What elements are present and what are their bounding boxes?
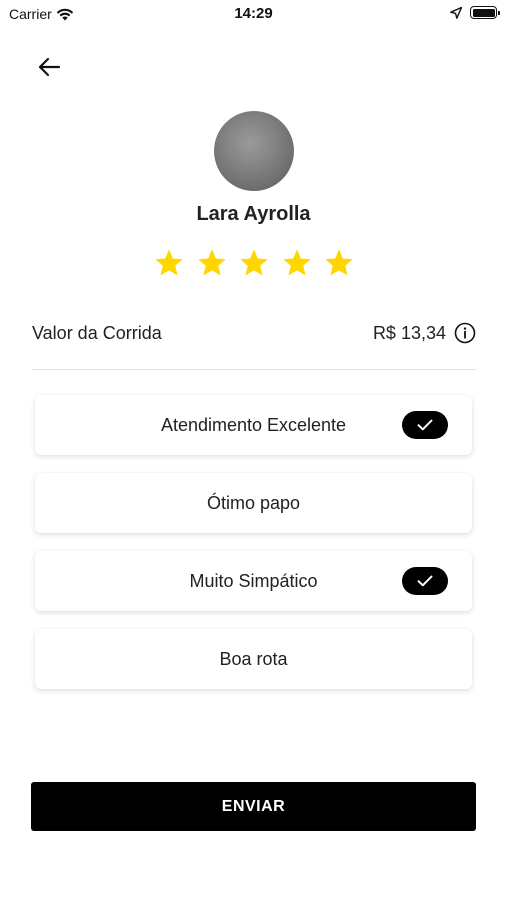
- submit-button[interactable]: ENVIAR: [31, 782, 476, 831]
- checkmark-icon: [417, 419, 433, 431]
- battery-icon: [470, 6, 500, 19]
- compliment-list: Atendimento Excelente Ótimo papo Muito S…: [35, 395, 472, 707]
- star-icon[interactable]: [323, 247, 355, 279]
- battery-level: [472, 8, 495, 17]
- compliment-item[interactable]: Muito Simpático: [35, 551, 472, 611]
- fare-value-group: R$ 13,34: [373, 322, 476, 344]
- driver-avatar: [214, 111, 294, 191]
- star-icon[interactable]: [238, 247, 270, 279]
- status-time: 14:29: [234, 5, 273, 22]
- status-bar: Carrier 14:29: [0, 0, 507, 28]
- info-icon[interactable]: [454, 322, 476, 344]
- check-toggle[interactable]: [402, 411, 448, 439]
- star-icon[interactable]: [153, 247, 185, 279]
- compliment-item[interactable]: Boa rota: [35, 629, 472, 689]
- star-icon[interactable]: [281, 247, 313, 279]
- back-button[interactable]: [32, 50, 66, 84]
- divider: [32, 369, 476, 370]
- checkmark-icon: [417, 575, 433, 587]
- compliment-label: Ótimo papo: [206, 492, 301, 513]
- compliment-label: Atendimento Excelente: [160, 414, 347, 435]
- arrow-left-icon: [38, 57, 61, 77]
- driver-name: Lara Ayrolla: [196, 203, 311, 225]
- star-rating: [153, 247, 355, 281]
- compliment-label: Boa rota: [219, 648, 288, 669]
- fare-label: Valor da Corrida: [32, 322, 162, 343]
- fare-row: Valor da Corrida R$ 13,34: [32, 318, 476, 348]
- star-icon[interactable]: [196, 247, 228, 279]
- compliment-item[interactable]: Ótimo papo: [35, 473, 472, 533]
- compliment-item[interactable]: Atendimento Excelente: [35, 395, 472, 455]
- fare-value: R$ 13,34: [372, 322, 446, 343]
- check-toggle[interactable]: [402, 567, 448, 595]
- status-right-icons: [450, 6, 500, 19]
- compliment-label: Muito Simpático: [189, 570, 318, 591]
- location-arrow-icon: [450, 6, 462, 19]
